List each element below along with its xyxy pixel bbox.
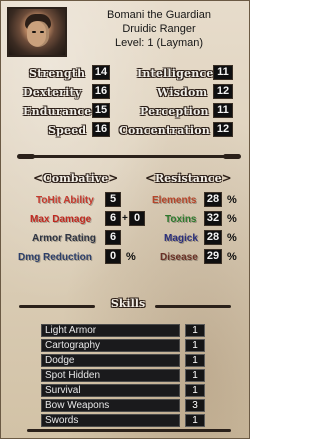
character-level: Level: 1 (Layman) [114, 37, 204, 49]
skill-name: Spot Hidden [41, 369, 180, 382]
skill-name: Swords [41, 414, 180, 427]
skills-rule-right [155, 305, 231, 308]
character-name: Bomani the Guardian [107, 9, 211, 21]
resist-toxins-unit: % [227, 213, 237, 225]
armor-rating-label: Armor Rating [32, 233, 96, 244]
stat-value-intelligence: 11 [213, 65, 233, 80]
dmg-reduction-value: 0 [105, 249, 121, 264]
deco-right-mark: > [108, 171, 119, 185]
skill-name: Light Armor [41, 324, 180, 337]
section-divider [17, 154, 241, 159]
deco-left-mark: < [145, 171, 156, 185]
stat-value-speed: 16 [92, 122, 110, 137]
resist-magick-label: Magick [164, 233, 198, 244]
skill-row: Survival 1 [41, 384, 209, 398]
character-portrait [7, 7, 67, 57]
resist-disease-label: Disease [160, 252, 198, 263]
skill-value: 3 [185, 399, 205, 412]
dmg-reduction-unit: % [126, 251, 136, 263]
skill-row: Light Armor 1 [41, 324, 209, 338]
stat-label-wisdom: Wisdom [157, 86, 208, 99]
resist-disease-value: 29 [204, 249, 222, 264]
resist-elements-label: Elements [152, 195, 197, 206]
stat-label-speed: Speed [48, 124, 87, 137]
skill-row: Spot Hidden 1 [41, 369, 209, 383]
portrait-face [27, 21, 49, 47]
combative-title: <Combative> [33, 171, 118, 185]
character-sheet: Bomani the Guardian Druidic Ranger Level… [0, 0, 250, 439]
deco-right-mark: > [221, 171, 232, 185]
skill-value: 1 [185, 369, 205, 382]
resist-toxins-value: 32 [204, 211, 222, 226]
tohit-value: 5 [105, 192, 121, 207]
skill-row: Bow Weapons 3 [41, 399, 209, 413]
resistance-title: <Resistance> [145, 171, 232, 185]
max-damage-value: 6 [105, 211, 121, 226]
stat-label-concentration: Concentration [119, 124, 210, 137]
combative-title-text: Combative [43, 172, 109, 185]
skill-name: Dodge [41, 354, 180, 367]
armor-rating-value: 6 [105, 230, 121, 245]
skill-value: 1 [185, 339, 205, 352]
resist-disease-unit: % [227, 251, 237, 263]
stat-value-concentration: 12 [213, 122, 233, 137]
stat-value-endurance: 15 [92, 103, 110, 118]
resist-elements-unit: % [227, 194, 237, 206]
max-damage-bonus: 0 [129, 211, 145, 226]
resistance-title-text: Resistance [155, 172, 222, 185]
skill-name: Cartography [41, 339, 180, 352]
stat-value-dexterity: 16 [92, 84, 110, 99]
tohit-label: ToHit Ability [36, 195, 94, 206]
skill-name: Survival [41, 384, 180, 397]
deco-left-mark: < [33, 171, 44, 185]
skill-value: 1 [185, 414, 205, 427]
skills-title: Skills [110, 297, 146, 310]
max-damage-plus: + [122, 213, 128, 224]
stat-label-dexterity: Dexterity [23, 86, 82, 99]
max-damage-label: Max Damage [30, 214, 92, 225]
portrait-eye-left [32, 31, 36, 33]
stat-label-strength: Strength [29, 67, 86, 80]
stat-label-endurance: Endurance [23, 105, 92, 118]
skills-list: Light Armor 1 Cartography 1 Dodge 1 Spot… [41, 324, 209, 429]
character-class: Druidic Ranger [122, 23, 196, 35]
skill-row: Swords 1 [41, 414, 209, 428]
resist-toxins-label: Toxins [165, 214, 197, 225]
bottom-divider [27, 429, 231, 432]
skill-name: Bow Weapons [41, 399, 180, 412]
skill-value: 1 [185, 324, 205, 337]
skill-value: 1 [185, 384, 205, 397]
skill-row: Cartography 1 [41, 339, 209, 353]
resist-magick-value: 28 [204, 230, 222, 245]
dmg-reduction-label: Dmg Reduction [18, 252, 92, 263]
portrait-eye-right [40, 31, 44, 33]
skill-row: Dodge 1 [41, 354, 209, 368]
resist-elements-value: 28 [204, 192, 222, 207]
skills-rule-left [19, 305, 95, 308]
stat-value-wisdom: 12 [213, 84, 233, 99]
stat-label-perception: Perception [140, 105, 209, 118]
stat-label-intelligence: Intelligence [137, 67, 214, 80]
stat-value-perception: 11 [213, 103, 233, 118]
skill-value: 1 [185, 354, 205, 367]
stat-value-strength: 14 [92, 65, 110, 80]
resist-magick-unit: % [227, 232, 237, 244]
